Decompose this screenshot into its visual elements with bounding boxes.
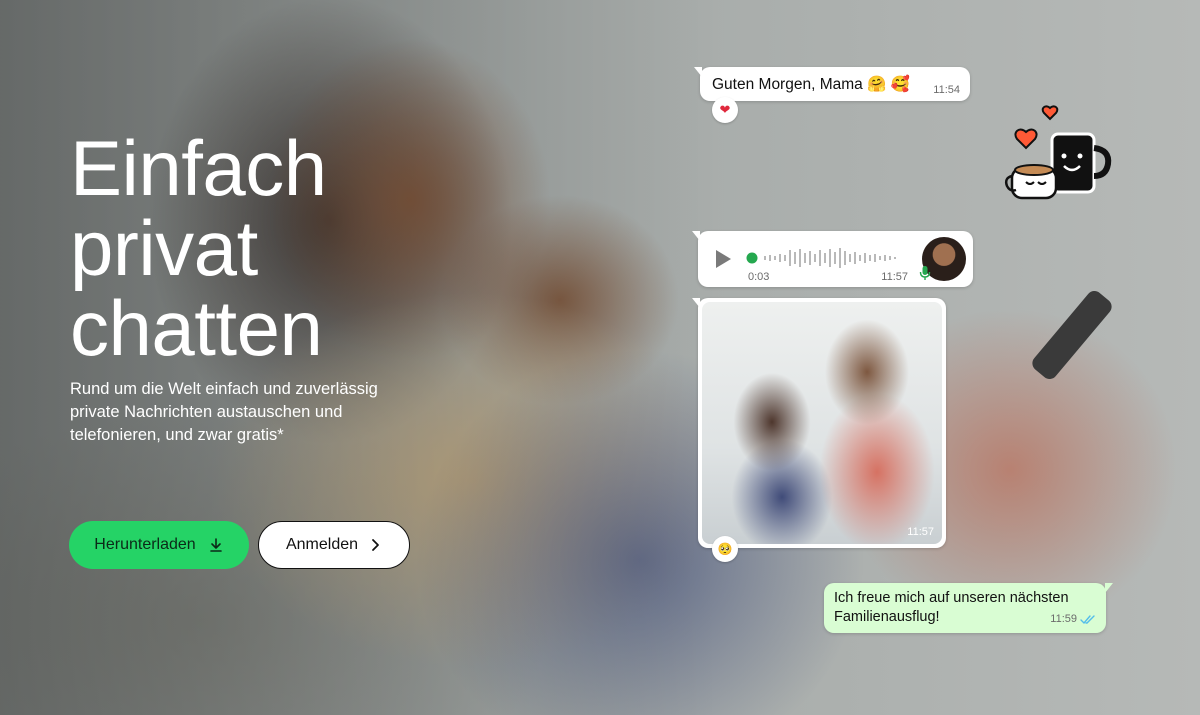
message-text: Guten Morgen, Mama 🤗 🥰 (712, 75, 910, 93)
download-button[interactable]: Herunterladen (69, 521, 249, 569)
bubble-tail (1105, 583, 1113, 593)
download-button-label: Herunterladen (94, 536, 196, 553)
message-time: 11:57 (907, 526, 934, 538)
hero-subline: Rund um die Welt einfach und zuverlässig… (70, 380, 378, 444)
coffee-hearts-sticker (1004, 105, 1112, 200)
message-meta: 11:59 (1050, 610, 1096, 629)
voice-waveform[interactable] (746, 245, 916, 271)
message-time: 11:54 (933, 84, 960, 96)
chat-message-outgoing: Ich freue mich auf unseren nächsten Fami… (824, 583, 1113, 633)
photo-message: 11:57 (692, 298, 946, 548)
message-text: Ich freue mich auf unseren nächsten Fami… (834, 590, 1069, 625)
bubble-tail (694, 67, 702, 77)
mic-icon (919, 266, 931, 280)
hero-headline: Einfach privat chatten (70, 124, 327, 372)
double-check-icon (1080, 614, 1095, 624)
login-button[interactable]: Anmelden (258, 521, 410, 569)
heart-reaction: ❤ (712, 97, 738, 123)
download-icon (209, 538, 222, 552)
shared-photo[interactable]: 11:57 (702, 302, 942, 544)
bubble-tail (692, 231, 700, 241)
play-icon[interactable] (712, 248, 734, 270)
chat-message-incoming: Guten Morgen, Mama 🤗 🥰 11:54 (694, 67, 970, 101)
chevron-right-icon (372, 539, 379, 551)
login-button-label: Anmelden (285, 536, 359, 553)
message-time: 11:57 (881, 271, 908, 283)
bubble-tail (692, 298, 700, 308)
voice-message: 0:03 11:57 (692, 231, 973, 287)
pleading-face-reaction: 🥺 (712, 536, 738, 562)
message-time: 11:59 (1050, 613, 1077, 625)
